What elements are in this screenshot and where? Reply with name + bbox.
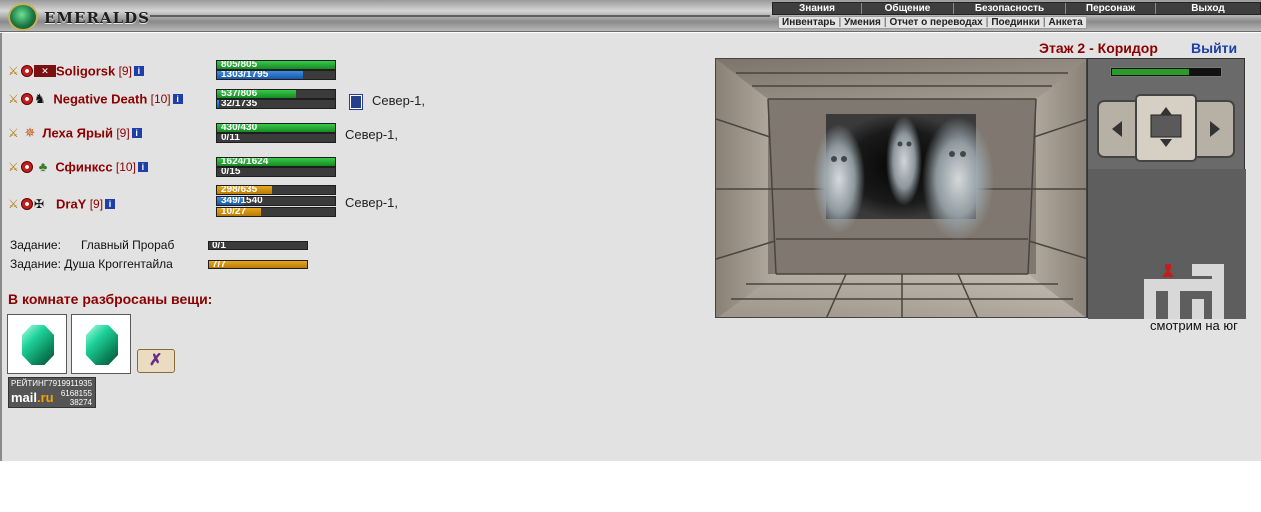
room-item-slot[interactable]	[7, 314, 67, 374]
info-icon[interactable]: i	[172, 94, 183, 104]
game-area: ⚔ ✕ Soligorsk [9] i 805/805 1303/1795 ⚔ ♞ Ne…	[0, 33, 1261, 461]
flame-icon[interactable]: ✵	[21, 125, 39, 141]
player-row: ⚔ ♞ Negative Death [10] i	[8, 91, 183, 115]
mana-bar: 32/1735	[216, 99, 336, 109]
player-row: ⚔ ✠ DraY [9] i	[8, 196, 116, 220]
submenu-transfer-report[interactable]: Отчет о переводах	[887, 17, 986, 28]
player-row: ⚔ ✕ Soligorsk [9] i	[8, 63, 144, 87]
clan-emblem-icon[interactable]: ✕	[34, 64, 56, 77]
task-name: Душа Кроггентайла	[64, 257, 173, 271]
health-bar: 430/430	[216, 123, 336, 133]
health-bar: 805/805	[216, 60, 336, 70]
navigation-panel	[1087, 58, 1246, 319]
mailru-counter[interactable]: РЕЙТИНГ7919911935 mail.ru 6168155 38274	[8, 377, 96, 408]
menu-knowledge[interactable]: Знания	[773, 3, 862, 14]
attack-icon[interactable]	[21, 64, 33, 77]
attack-icon[interactable]	[21, 93, 33, 105]
info-icon[interactable]: i	[137, 161, 148, 172]
player-name[interactable]: Сфинксс	[55, 159, 112, 174]
player-location: Север-1,	[345, 127, 399, 142]
mana-bar: 0/15	[216, 167, 336, 177]
clan-emblem-icon[interactable]: ✠	[34, 197, 56, 211]
info-icon[interactable]: i	[105, 198, 116, 209]
task-name: Главный Прораб	[80, 238, 175, 252]
crossed-swords-icon[interactable]: ⚔	[8, 65, 20, 77]
submenu-profile[interactable]: Анкета	[1045, 17, 1085, 28]
player-level: [9]	[118, 63, 132, 78]
submenu-inventory[interactable]: Инвентарь	[779, 17, 839, 28]
crossed-swords-icon[interactable]: ⚔	[8, 127, 20, 139]
player-location: Север-1,	[349, 93, 425, 110]
player-level: [10]	[150, 92, 171, 106]
crossed-swords-icon[interactable]: ⚔	[8, 161, 20, 173]
mana-bar: 0/11	[216, 133, 336, 143]
task-progress-bar: 7/7	[208, 260, 308, 269]
health-bar: 1624/1624	[216, 157, 336, 167]
compass-controls-icon[interactable]	[1096, 93, 1236, 163]
player-name[interactable]: Леха Ярый	[42, 126, 113, 141]
top-header: EMERALDS Знания Общение Безопасность Пер…	[0, 0, 1261, 32]
eagle-icon[interactable]: ♞	[34, 91, 50, 107]
crossed-swords-icon[interactable]: ⚔	[8, 93, 20, 105]
mana-bar: 1303/1795	[216, 70, 336, 80]
room-item-slot[interactable]	[71, 314, 131, 374]
player-health-strip	[1110, 67, 1222, 77]
player-row: ⚔ ♣ Сфинксс [10] i	[8, 159, 148, 183]
facing-direction: смотрим на юг	[1150, 318, 1238, 333]
player-name[interactable]: DraY	[56, 196, 86, 211]
crossed-swords-icon[interactable]: ⚔	[8, 198, 20, 210]
spellbook-icon[interactable]	[349, 93, 363, 110]
sub-menu: Инвентарь | Умения | Отчет о переводах | По…	[778, 16, 1087, 29]
player-level: [9]	[89, 196, 104, 211]
emerald-icon	[22, 325, 54, 365]
submenu-skills[interactable]: Умения	[841, 17, 884, 28]
task-progress-bar: 0/1	[208, 241, 308, 250]
health-bar: 537/806	[216, 89, 336, 99]
info-icon[interactable]: i	[131, 128, 142, 138]
player-name[interactable]: Soligorsk	[56, 63, 115, 78]
player-row: ⚔ ✵ Леха Ярый [9] i	[8, 125, 142, 149]
emerald-icon	[86, 325, 118, 365]
submenu-duels[interactable]: Поединки	[988, 17, 1043, 28]
dungeon-view[interactable]	[715, 58, 1087, 318]
minimap[interactable]	[1088, 169, 1246, 319]
scroll-icon[interactable]: ✗	[137, 349, 175, 373]
menu-logout[interactable]: Выход	[1156, 3, 1260, 14]
menu-security[interactable]: Безопасность	[954, 3, 1066, 14]
health-bar: 298/635	[216, 185, 336, 195]
brand-title: EMERALDS	[44, 9, 150, 27]
attack-icon[interactable]	[21, 197, 33, 210]
exit-link[interactable]: Выйти	[1191, 40, 1237, 56]
player-name[interactable]: Negative Death	[53, 92, 147, 107]
attack-icon[interactable]	[21, 160, 33, 173]
mailru-logo: mail.ru	[11, 390, 54, 405]
player-level: [9]	[116, 126, 130, 140]
room-items-title: В комнате разбросаны вещи:	[8, 291, 213, 307]
floor-title: Этаж 2 - Коридор	[1039, 40, 1158, 56]
plant-icon[interactable]: ♣	[34, 159, 52, 174]
player-level: [10]	[115, 159, 136, 174]
header-divider	[150, 15, 770, 17]
task-label: Задание: Главный Прораб	[10, 238, 175, 252]
mana-bar: 349/1540	[216, 196, 336, 206]
info-icon[interactable]: i	[133, 65, 144, 76]
main-menu: Знания Общение Безопасность Персонаж Вых…	[772, 2, 1261, 15]
task-label: Задание: Душа Кроггентайла	[10, 257, 173, 271]
emeralds-logo-icon[interactable]	[8, 3, 38, 31]
energy-bar: 10/27	[216, 207, 336, 217]
menu-character[interactable]: Персонаж	[1066, 3, 1156, 14]
player-location: Север-1,	[345, 195, 399, 210]
menu-communication[interactable]: Общение	[862, 3, 954, 14]
